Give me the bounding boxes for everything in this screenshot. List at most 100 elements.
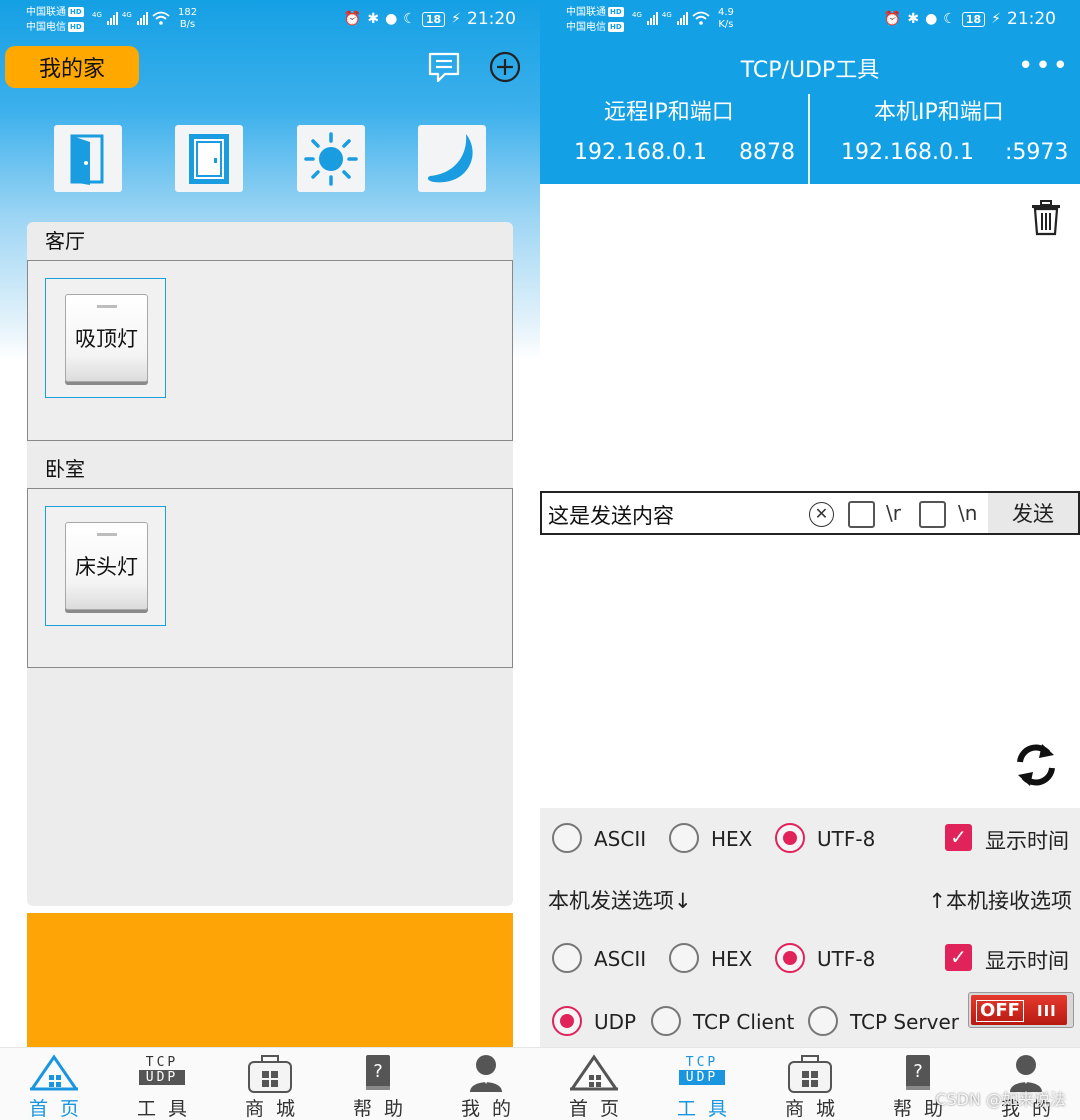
- send-options-label: 本机发送选项↓: [548, 889, 692, 913]
- tcp-udp-icon: TCP UDP: [137, 1053, 187, 1093]
- send-utf8-radio[interactable]: [775, 943, 805, 973]
- recv-ascii-radio[interactable]: [552, 823, 582, 853]
- hd-badge: HD: [68, 22, 84, 32]
- message-icon[interactable]: [427, 50, 461, 84]
- device-card[interactable]: 吸顶灯: [45, 278, 166, 398]
- light-switch-button[interactable]: 吸顶灯: [65, 294, 148, 382]
- charging-icon: ⚡: [451, 11, 461, 27]
- clear-icon[interactable]: ✕: [809, 502, 834, 527]
- signal-icons: 4G 4G: [92, 11, 170, 25]
- hd-badge: HD: [608, 22, 624, 32]
- page-title: TCP/UDP工具: [740, 58, 880, 83]
- room-title-bedroom: 卧室: [45, 457, 85, 481]
- remote-port-field[interactable]: 8878: [739, 140, 795, 165]
- scene-door-closed-button[interactable]: [175, 125, 243, 192]
- device-label: 吸顶灯: [75, 327, 138, 351]
- remote-ip-field[interactable]: 192.168.0.1: [574, 140, 707, 165]
- bluetooth-icon: ✱: [907, 11, 920, 27]
- recv-hex-radio[interactable]: [669, 823, 699, 853]
- battery-icon: 18: [421, 11, 446, 27]
- toggle-off-label: OFF: [976, 1000, 1024, 1022]
- nav-home[interactable]: 首页: [4, 1048, 104, 1120]
- wifi-icon: [692, 11, 710, 25]
- protocol-tcp-server-radio[interactable]: [808, 1006, 838, 1036]
- nav-tools[interactable]: TCP UDP 工具: [112, 1048, 212, 1120]
- status-right: ⏰ ✱ ● ☾ 18 ⚡ 21:20: [884, 9, 1056, 29]
- wifi-icon: [152, 11, 170, 25]
- door-open-icon: [70, 134, 104, 185]
- clock: 21:20: [1007, 9, 1056, 29]
- battery-icon: 18: [961, 11, 986, 27]
- network-type: 4G: [121, 11, 132, 19]
- send-utf8-label: UTF-8: [817, 947, 876, 971]
- send-ascii-radio[interactable]: [552, 943, 582, 973]
- cr-label: \r: [886, 501, 901, 525]
- watermark: CSDN @如来说法: [935, 1090, 1066, 1109]
- carrier-info: 中国联通 HD 中国电信 HD: [566, 5, 624, 35]
- trash-icon[interactable]: [1030, 200, 1062, 236]
- recv-hex-label: HEX: [711, 827, 753, 851]
- receive-options-label: ↑本机接收选项: [928, 889, 1072, 913]
- nav-shop[interactable]: 商城: [220, 1048, 320, 1120]
- alarm-icon: ⏰: [343, 11, 362, 27]
- protocol-tcp-client-radio[interactable]: [651, 1006, 681, 1036]
- more-dots-icon[interactable]: •••: [1018, 52, 1070, 80]
- carrier-2: 中国电信: [26, 22, 66, 33]
- status-right: ⏰ ✱ ● ☾ 18 ⚡ 21:20: [344, 9, 516, 29]
- lf-checkbox[interactable]: [919, 501, 946, 528]
- door-closed-icon: [189, 133, 229, 184]
- cr-checkbox[interactable]: [848, 501, 875, 528]
- nav-help[interactable]: ? 帮助: [328, 1048, 428, 1120]
- nav-home[interactable]: 首页: [544, 1048, 644, 1120]
- ad-banner[interactable]: [27, 913, 513, 1053]
- local-port-field[interactable]: :5973: [1005, 140, 1068, 165]
- local-ip-field[interactable]: 192.168.0.1: [841, 140, 974, 165]
- room-living: 吸顶灯: [27, 260, 513, 441]
- toggle-track: OFF III: [971, 995, 1067, 1025]
- send-input[interactable]: 这是发送内容: [548, 500, 674, 530]
- device-card[interactable]: 床头灯: [45, 506, 166, 626]
- send-bar: 这是发送内容 ✕ \r \n 发送: [540, 491, 1080, 535]
- protocol-tcp-server-label: TCP Server: [850, 1010, 960, 1034]
- home-selector-button[interactable]: 我的家: [5, 46, 139, 88]
- protocol-udp-label: UDP: [594, 1010, 637, 1034]
- recv-show-time-checkbox[interactable]: ✓: [945, 824, 972, 851]
- send-button[interactable]: 发送: [988, 493, 1078, 533]
- recv-utf8-radio[interactable]: [775, 823, 805, 853]
- home-icon: [570, 1054, 618, 1091]
- send-hex-label: HEX: [711, 947, 753, 971]
- send-show-time-label: 显示时间: [985, 949, 1069, 973]
- nav-tools[interactable]: TCP UDP 工具: [652, 1048, 752, 1120]
- light-switch-button[interactable]: 床头灯: [65, 522, 148, 610]
- location-icon: ●: [925, 11, 938, 27]
- scene-moon-button[interactable]: [418, 125, 486, 192]
- toggle-grip: III: [1037, 1002, 1057, 1020]
- nav-shop[interactable]: 商城: [760, 1048, 860, 1120]
- tcp-udp-tool-screen: 中国联通 HD 中国电信 HD 4G 4G 4.9 K/s ⏰ ✱ ● ☾ 18 ⚡: [540, 0, 1080, 1120]
- local-header: 本机IP和端口: [874, 100, 1004, 125]
- lf-label: \n: [958, 501, 978, 525]
- receive-log-area[interactable]: [540, 184, 1080, 490]
- send-hex-radio[interactable]: [669, 943, 699, 973]
- bluetooth-icon: ✱: [367, 11, 380, 27]
- signal-icon: [136, 11, 148, 25]
- clock: 21:20: [467, 9, 516, 29]
- moon-icon: [427, 133, 473, 182]
- carrier-2: 中国电信: [566, 22, 606, 33]
- home-icon: [30, 1054, 78, 1091]
- room-bedroom: 床头灯: [27, 488, 513, 668]
- carrier-1: 中国联通: [26, 7, 66, 18]
- scene-door-open-button[interactable]: [54, 125, 122, 192]
- network-type: 4G: [661, 11, 672, 19]
- hd-badge: HD: [608, 7, 624, 17]
- refresh-icon[interactable]: [1014, 740, 1058, 790]
- nav-mine[interactable]: 我的: [436, 1048, 536, 1120]
- shop-bag-icon: [788, 1055, 832, 1093]
- plus-circle-icon[interactable]: [488, 50, 522, 84]
- protocol-udp-radio[interactable]: [552, 1006, 582, 1036]
- signal-icon: [676, 11, 688, 25]
- hd-badge: HD: [68, 7, 84, 17]
- scene-sun-button[interactable]: [297, 125, 365, 192]
- send-show-time-checkbox[interactable]: ✓: [945, 944, 972, 971]
- connection-toggle[interactable]: OFF III: [968, 992, 1074, 1028]
